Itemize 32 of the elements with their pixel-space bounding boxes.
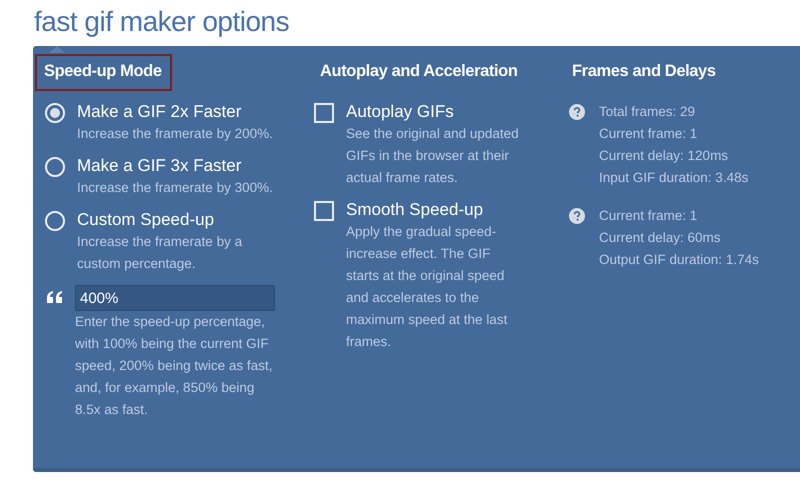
option-label: Make a GIF 2x Faster (77, 101, 242, 123)
info-text: Current frame: 1 (599, 125, 698, 143)
option-description: Enter the speed-up percentage, with 100% being the current GIF speed, 200% being twice as fast, and, for example, 850% being 8.5x as fast. (75, 313, 274, 419)
option-label: Make a GIF 3x Faster (77, 155, 242, 177)
radio-button[interactable] (45, 157, 65, 177)
info-text: Input GIF duration: 3.48s (599, 169, 748, 187)
option-description: Apply the gradual speed-increase effect. The GIF starts at the original speed and accelerates to the maximum speed at the last frames. (346, 223, 508, 351)
help-icon[interactable] (569, 208, 585, 224)
page-title: fast gif maker options (33, 5, 290, 39)
option-description: Increase the framerate by a custom percentage. (77, 233, 244, 273)
checkbox[interactable] (314, 201, 334, 221)
option-description: Increase the framerate by 300%. (77, 179, 274, 197)
info-text: Output GIF duration: 1.74s (599, 251, 759, 269)
option-description: Increase the framerate by 200%. (77, 125, 274, 143)
option-label: Autoplay GIFs (346, 101, 455, 123)
info-text: Total frames: 29 (599, 103, 696, 121)
section-heading: Frames and Delays (571, 61, 717, 82)
option-label: Smooth Speed-up (346, 199, 484, 221)
info-text: Current delay: 120ms (599, 147, 730, 165)
section-heading: Autoplay and Acceleration (319, 61, 519, 82)
panel-pointer (49, 46, 65, 53)
option-label: Custom Speed-up (77, 209, 216, 231)
input-field[interactable]: 400% (75, 285, 275, 311)
info-text: Current frame: 1 (599, 207, 698, 225)
section-heading: Speed-up Mode (35, 54, 172, 91)
radio-button[interactable] (45, 211, 65, 231)
info-text: Current delay: 60ms (599, 229, 722, 247)
help-icon[interactable] (569, 104, 585, 120)
option-description: See the original and updated GIFs in the browser at their actual frame rates. (346, 125, 520, 187)
quote-icon (47, 291, 63, 303)
radio-button[interactable] (45, 103, 65, 123)
checkbox[interactable] (314, 103, 334, 123)
